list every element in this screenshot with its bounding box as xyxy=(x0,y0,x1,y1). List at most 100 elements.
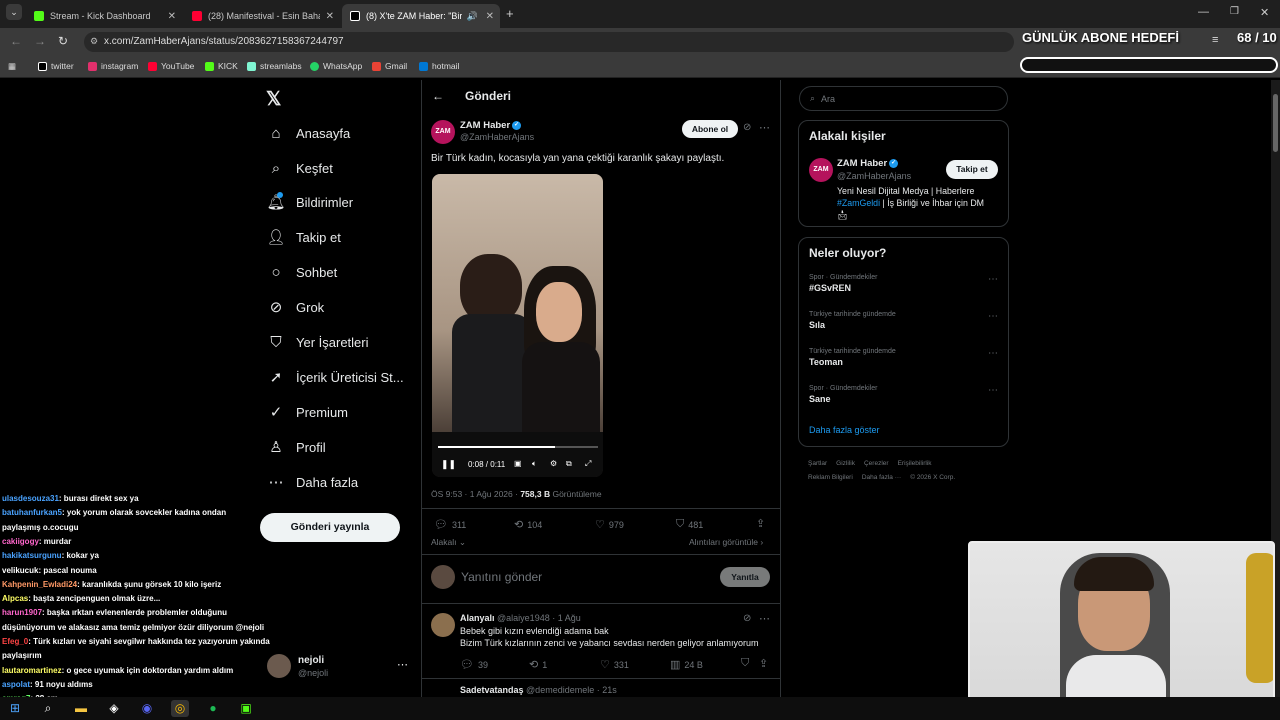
more-options-icon[interactable]: ⋯ xyxy=(988,274,998,285)
relevant-name[interactable]: ZAM Haber ✓ xyxy=(837,158,899,169)
new-tab-button[interactable]: + xyxy=(506,6,514,21)
bookmark-gmail[interactable]: Gmail xyxy=(372,61,407,71)
search-input[interactable]: ⌕ Ara xyxy=(799,86,1008,111)
scrollbar-thumb[interactable] xyxy=(1273,94,1278,152)
chat-username[interactable]: ulasdesouza31 xyxy=(2,494,59,503)
chat-username[interactable]: hakikatsurgunu xyxy=(2,551,62,560)
nav-more[interactable]: ⋯ Daha fazla xyxy=(266,470,359,494)
spotify-icon[interactable]: ● xyxy=(204,700,222,717)
chat-username[interactable]: aspolat xyxy=(2,680,30,689)
bookmark-hotmail[interactable]: hotmail xyxy=(419,61,459,71)
video-progress-track[interactable] xyxy=(438,446,598,448)
bio-hashtag[interactable]: #ZamGeldi xyxy=(837,198,880,208)
follow-button[interactable]: Takip et xyxy=(946,160,998,179)
chat-username[interactable]: lautaromartinez xyxy=(2,666,62,675)
more-options-icon[interactable]: ⋯ xyxy=(988,348,998,359)
fullscreen-icon[interactable]: ⤢ xyxy=(585,459,591,469)
volume-icon[interactable]: 🔈︎ xyxy=(532,459,537,469)
trend-item[interactable]: Türkiye tarihinde gündemde Sıla xyxy=(809,311,896,330)
nav-bookmarks[interactable]: ⛉ Yer İşaretleri xyxy=(266,330,368,354)
site-info-icon[interactable]: ⚙ xyxy=(90,36,98,47)
bookmark-twitter[interactable]: twitter xyxy=(38,61,74,71)
nav-profile[interactable]: ♙ Profil xyxy=(266,435,325,459)
share-action[interactable]: ⇪ xyxy=(756,517,769,530)
tab-kick-dashboard[interactable]: Stream - Kick Dashboard ✕ xyxy=(26,4,182,28)
pause-icon[interactable]: ❚❚ xyxy=(441,459,456,470)
nav-chat[interactable]: ○ Sohbet xyxy=(266,260,337,284)
bookmark-youtube[interactable]: YouTube xyxy=(148,61,194,71)
reload-icon[interactable]: ↻ xyxy=(58,34,68,48)
views-action[interactable]: ▥ 24 B xyxy=(670,658,703,671)
pip-icon[interactable]: ⧉ xyxy=(566,459,572,469)
trend-item[interactable]: Spor · Gündemdekiler Sane xyxy=(809,385,877,404)
reply-avatar[interactable] xyxy=(431,613,455,637)
close-window-icon[interactable]: ✕ xyxy=(1260,6,1269,19)
chat-username[interactable]: Kahpenin_Ewladi24 xyxy=(2,580,77,589)
close-tab-icon[interactable]: ✕ xyxy=(168,11,176,22)
kick-app-icon[interactable]: ▣ xyxy=(237,700,255,717)
chrome-icon[interactable]: ◎ xyxy=(171,700,189,717)
speaker-icon[interactable]: 🔊 xyxy=(467,11,478,22)
reply-action[interactable]: 💬︎ 311 xyxy=(434,518,466,531)
more-options-icon[interactable]: ⋯ xyxy=(988,385,998,396)
bookmark-kick[interactable]: KICK xyxy=(205,61,238,71)
trend-item[interactable]: Türkiye tarihinde gündemde Teoman xyxy=(809,348,896,367)
file-explorer-icon[interactable]: ▬ xyxy=(72,700,90,717)
relevant-avatar[interactable]: ZAM xyxy=(809,158,833,182)
more-options-icon[interactable]: ⋯ xyxy=(759,121,770,134)
nav-grok[interactable]: ⊘ Grok xyxy=(266,295,324,319)
back-icon[interactable]: ← xyxy=(10,34,22,48)
reply-author[interactable]: Alanyalı @alaiye1948 · 1 Ağu xyxy=(460,613,581,623)
bookmark-action[interactable]: ⛉ xyxy=(741,657,753,670)
nav-home[interactable]: ⌂ Anasayfa xyxy=(266,121,350,145)
tab-x-post[interactable]: (8) X'te ZAM Haber: "Bir Tü 🔊 ✕ xyxy=(342,4,500,28)
reply-action[interactable]: 💬︎ 39 xyxy=(460,658,488,671)
bookmark-instagram[interactable]: instagram xyxy=(88,61,138,71)
nav-creator-studio[interactable]: ➚ İçerik Üreticisi St... xyxy=(266,365,404,389)
close-tab-icon[interactable]: ✕ xyxy=(326,11,334,22)
footer-links[interactable]: Reklam Bilgileri Daha fazla ··· © 2026 X… xyxy=(808,474,955,481)
trend-item[interactable]: Spor · Gündemdekiler #GSvREN xyxy=(809,274,877,293)
chat-username[interactable]: batuhanfurkan5 xyxy=(2,508,62,517)
like-action[interactable]: ♡ 979 xyxy=(595,518,624,531)
bookmark-whatsapp[interactable]: WhatsApp xyxy=(310,61,362,71)
reply-input[interactable]: Yanıtını gönder xyxy=(461,570,542,584)
address-bar[interactable]: ⚙ x.com/ZamHaberAjans/status/20836271583… xyxy=(84,32,1014,52)
author-avatar[interactable]: ZAM xyxy=(431,120,455,144)
menu-list-icon[interactable]: ≡ xyxy=(1212,34,1218,46)
tab-youtube-manifestival[interactable]: (28) Manifestival - Esin Bahat In ✕ xyxy=(184,4,340,28)
app-icon[interactable]: ◈ xyxy=(105,700,123,717)
nav-notifications[interactable]: 🔔︎ Bildirimler xyxy=(266,190,353,214)
chat-username[interactable]: Efeg_0 xyxy=(2,637,28,646)
windows-start-icon[interactable]: ⊞ xyxy=(6,700,24,717)
subscribe-button[interactable]: Abone ol xyxy=(682,120,738,138)
tab-search-button[interactable]: ⌄ xyxy=(6,4,22,20)
repost-action[interactable]: ⟲ 104 xyxy=(514,518,542,531)
chat-username[interactable]: velikucuk xyxy=(2,566,38,575)
apps-icon[interactable]: ▦ xyxy=(8,61,16,72)
repost-action[interactable]: ⟲ 1 xyxy=(529,658,547,671)
forward-icon[interactable]: → xyxy=(34,34,46,48)
account-menu-icon[interactable]: ⋯ xyxy=(397,658,408,671)
reply-author[interactable]: Sadetvatandaş @demedidemele · 21s xyxy=(460,685,617,695)
maximize-icon[interactable]: ❐ xyxy=(1230,6,1239,17)
chat-username[interactable]: Alpcas xyxy=(2,594,28,603)
settings-icon[interactable]: ⚙ xyxy=(550,459,557,468)
bookmark-action[interactable]: ⛉ 481 xyxy=(676,518,703,531)
bookmark-streamlabs[interactable]: streamlabs xyxy=(247,61,302,71)
share-action[interactable]: ⇪ xyxy=(759,657,772,670)
search-icon[interactable]: ⌕ xyxy=(39,700,57,717)
minimize-icon[interactable]: — xyxy=(1198,6,1209,18)
more-options-icon[interactable]: ⋯ xyxy=(988,311,998,322)
close-tab-icon[interactable]: ✕ xyxy=(486,11,494,22)
x-logo-icon[interactable]: 𝕏 xyxy=(266,88,281,111)
account-avatar[interactable] xyxy=(267,654,291,678)
chat-username[interactable]: harun1907 xyxy=(2,608,42,617)
show-more-link[interactable]: Daha fazla göster xyxy=(809,425,880,435)
reply-button[interactable]: Yanıtla xyxy=(720,567,770,587)
nav-follow[interactable]: 👤︎ Takip et xyxy=(266,225,340,249)
nav-premium[interactable]: ✓ Premium xyxy=(266,400,348,424)
footer-links[interactable]: Şartlar Gizlilik Çerezler Erişilebilirli… xyxy=(808,460,932,467)
author-name[interactable]: ZAM Haber ✓ xyxy=(460,120,522,131)
discord-icon[interactable]: ◉ xyxy=(138,700,156,717)
